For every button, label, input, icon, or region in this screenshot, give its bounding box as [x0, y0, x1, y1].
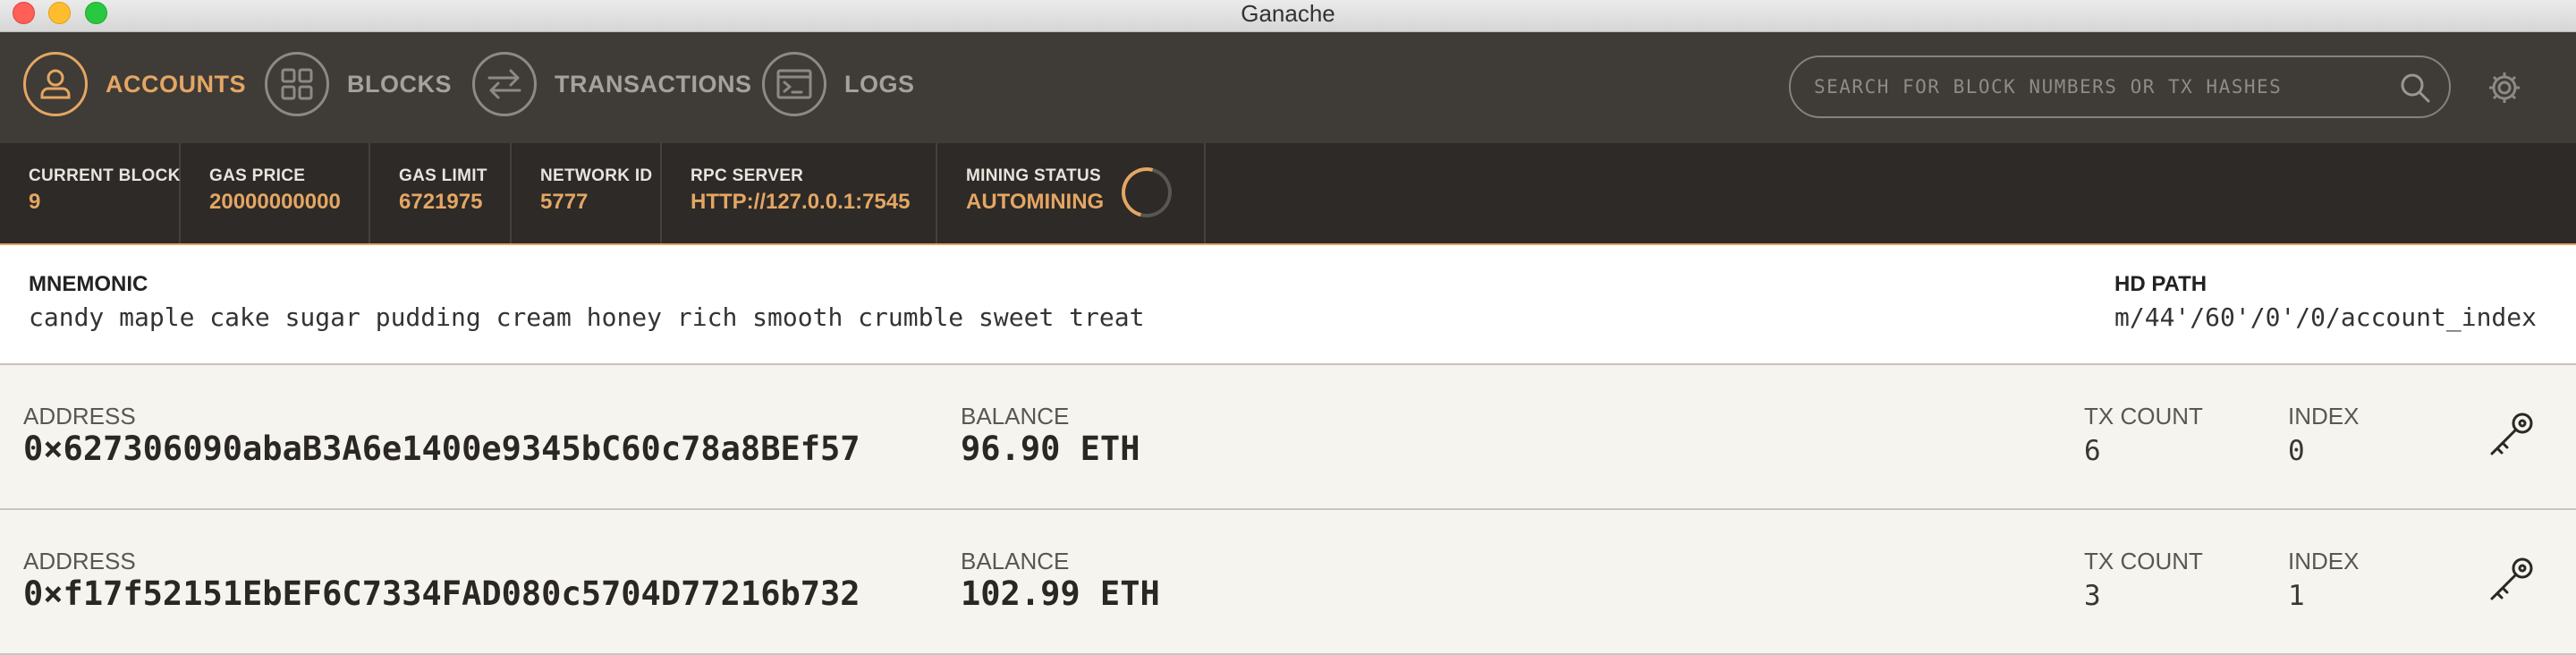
top-navigation: ACCOUNTS BLOCKS TRANSACTIONS LOGS SEARCH…	[0, 32, 2576, 143]
stat-rpc-server: RPC SERVER HTTP://127.0.0.1:7545	[662, 143, 937, 243]
stat-value: 9	[29, 190, 41, 214]
balance-label: BALANCE	[961, 403, 1070, 430]
nav-transactions[interactable]: TRANSACTIONS	[472, 50, 752, 118]
index-value: 0	[2288, 435, 2305, 467]
index-label: INDEX	[2288, 403, 2360, 430]
account-row[interactable]: ADDRESS 0×f17f52151EbEF6C7334FAD080c5704…	[0, 510, 2576, 655]
address-label: ADDRESS	[23, 548, 136, 574]
search-box	[1789, 55, 2451, 118]
tx-count-value: 3	[2084, 580, 2101, 612]
account-row[interactable]: ADDRESS 0×627306090abaB3A6e1400e9345bC60…	[0, 365, 2576, 510]
address-label: ADDRESS	[23, 403, 136, 430]
balance-value: 102.99 ETH	[961, 574, 1160, 613]
nav-accounts-label: ACCOUNTS	[106, 70, 246, 98]
stat-value: 20000000000	[209, 190, 341, 214]
search-icon[interactable]	[2399, 72, 2431, 108]
stat-gas-price: GAS PRICE 20000000000	[181, 143, 370, 243]
tx-count-label: TX COUNT	[2084, 548, 2203, 574]
tx-count-value: 6	[2084, 435, 2101, 467]
nav-logs[interactable]: LOGS	[762, 50, 915, 118]
nav-accounts[interactable]: ACCOUNTS	[23, 50, 246, 118]
stat-label: NETWORK ID	[540, 166, 653, 185]
tx-count-label: TX COUNT	[2084, 403, 2203, 430]
window-titlebar: Ganache	[0, 0, 2576, 32]
gear-icon[interactable]	[2487, 70, 2522, 110]
balance-value: 96.90 ETH	[961, 430, 1140, 468]
hd-path-value: m/44'/60'/0'/0/account_index	[2114, 302, 2538, 332]
stat-label: CURRENT BLOCK	[29, 166, 181, 185]
window-title: Ganache	[1241, 0, 1335, 27]
nav-logs-label: LOGS	[844, 70, 915, 98]
hd-path-label: HD PATH	[2114, 272, 2207, 296]
nav-blocks[interactable]: BLOCKS	[265, 50, 452, 118]
stat-label: GAS PRICE	[209, 166, 306, 185]
address-value: 0×627306090abaB3A6e1400e9345bC60c78a8BEf…	[23, 430, 860, 468]
mnemonic-value: candy maple cake sugar pudding cream hon…	[29, 302, 1145, 332]
stat-label: GAS LIMIT	[399, 166, 487, 185]
stat-current-block: CURRENT BLOCK 9	[0, 143, 181, 243]
blocks-grid-icon	[265, 52, 329, 116]
stat-network-id: NETWORK ID 5777	[512, 143, 662, 243]
user-icon	[23, 52, 88, 116]
mnemonic-panel: MNEMONIC candy maple cake sugar pudding …	[0, 245, 2576, 365]
nav-transactions-label: TRANSACTIONS	[555, 70, 752, 98]
terminal-icon	[762, 52, 826, 116]
swap-arrows-icon	[472, 52, 537, 116]
stat-label: RPC SERVER	[691, 166, 804, 185]
balance-label: BALANCE	[961, 548, 1070, 574]
nav-blocks-label: BLOCKS	[347, 70, 452, 98]
mnemonic-label: MNEMONIC	[29, 272, 148, 296]
stat-value: 5777	[540, 190, 589, 214]
search-input[interactable]	[1814, 57, 2386, 116]
stat-value: HTTP://127.0.0.1:7545	[691, 190, 911, 214]
key-icon[interactable]	[2487, 555, 2537, 609]
stat-gas-limit: GAS LIMIT 6721975	[370, 143, 512, 243]
stat-value: 6721975	[399, 190, 483, 214]
blockchain-stats-bar: CURRENT BLOCK 9 GAS PRICE 20000000000 GA…	[0, 143, 2576, 245]
key-icon[interactable]	[2487, 410, 2537, 464]
index-label: INDEX	[2288, 548, 2360, 574]
address-value: 0×f17f52151EbEF6C7334FAD080c5704D77216b7…	[23, 574, 860, 613]
index-value: 1	[2288, 580, 2305, 612]
